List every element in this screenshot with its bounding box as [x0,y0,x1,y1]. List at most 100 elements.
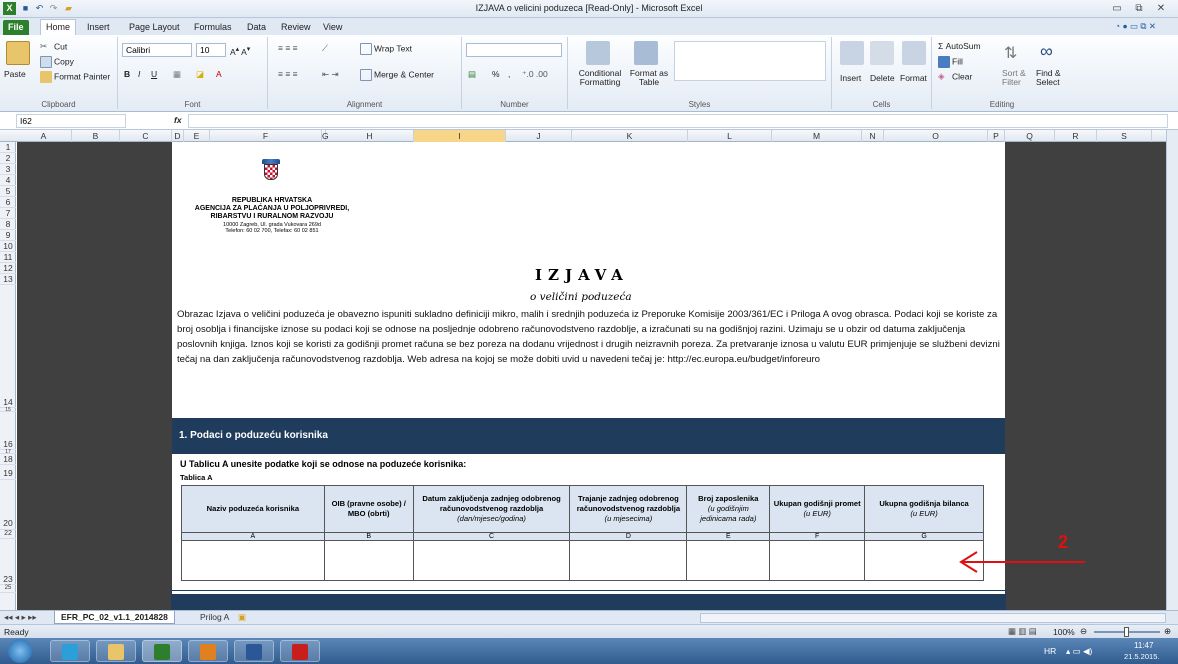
format-table-button[interactable]: Format as Table [628,69,670,87]
tab-review[interactable]: Review [276,20,316,35]
font-color-icon[interactable]: A [216,69,222,79]
orientation-icon[interactable]: ⟋ [322,43,328,54]
name-cell[interactable] [181,540,325,581]
start-icon[interactable] [8,639,32,663]
row-header[interactable]: 5 [0,186,16,197]
language-indicator[interactable]: HR [1044,646,1056,656]
sheet-nav-icons[interactable]: ◂◂ ◂ ▸ ▸▸ [4,612,37,623]
column-header[interactable]: N [862,130,884,142]
taskbar-word[interactable] [234,640,274,662]
formula-input[interactable] [188,114,1168,128]
turnover-cell[interactable] [769,540,866,581]
decimal-icon[interactable]: ⁺.0 .00 [522,69,548,80]
page-view-icons[interactable]: ▦ ▥ ▤ [1008,626,1037,637]
duration-cell[interactable] [569,540,688,581]
tab-data[interactable]: Data [242,20,271,35]
tab-view[interactable]: View [318,20,347,35]
name-box[interactable]: I62 [16,114,126,128]
column-header[interactable]: S [1097,130,1152,142]
column-header[interactable]: R [1055,130,1097,142]
cell-styles-gallery[interactable] [674,41,826,81]
insert-button[interactable]: Insert [840,73,861,83]
row-header[interactable]: 11 [0,252,16,263]
row-header[interactable]: 13 [0,274,16,285]
clear-button[interactable]: ◈ Clear [938,71,972,83]
indent-icon[interactable]: ⇤ ⇥ [322,69,339,80]
taskbar-explorer[interactable] [96,640,136,662]
fill-button[interactable]: Fill [938,56,963,68]
zoom-slider-thumb[interactable] [1124,627,1129,637]
format-cells-icon[interactable] [902,41,926,65]
row-header[interactable]: 4 [0,175,16,186]
grow-font-icon[interactable]: A▴ A▾ [230,44,250,57]
column-header[interactable]: J [506,130,572,142]
format-table-icon[interactable] [634,41,658,65]
number-format-select[interactable] [466,43,562,57]
column-header[interactable]: H [326,130,414,142]
tab-page-layout[interactable]: Page Layout [124,20,185,35]
font-size-select[interactable]: 10 [196,43,226,57]
conditional-formatting-icon[interactable] [586,41,610,65]
merge-center-button[interactable]: Merge & Center [360,69,434,81]
column-header[interactable]: M [772,130,862,142]
taskbar-ie[interactable] [50,640,90,662]
zoom-in-icon[interactable]: ⊕ [1164,626,1171,637]
column-header[interactable]: L [688,130,772,142]
column-header[interactable]: Q [1005,130,1055,142]
paste-icon[interactable] [6,41,30,65]
conditional-formatting-button[interactable]: Conditional Formatting [572,69,628,87]
row-header[interactable]: 12 [0,263,16,274]
row-header[interactable]: 19 [0,465,16,480]
close-icon[interactable]: ✕ [1152,2,1170,15]
column-header[interactable]: C [120,130,172,142]
taskbar-excel[interactable] [142,640,182,662]
find-select-button[interactable]: Find & Select [1036,69,1068,87]
copy-button[interactable]: Copy [40,56,74,68]
zoom-out-icon[interactable]: ⊖ [1080,626,1087,637]
employees-cell[interactable] [686,540,771,581]
sheet-tab-active[interactable]: EFR_PC_02_v1.1_2014828 [54,611,175,624]
column-header[interactable]: K [572,130,688,142]
row-header[interactable]: 22 [0,530,16,539]
autosum-button[interactable]: Σ AutoSum [938,41,981,51]
horizontal-scrollbar[interactable] [700,613,1166,623]
column-header[interactable]: B [72,130,120,142]
align-top-icon[interactable]: ≡ ≡ ≡ [278,43,298,53]
row-header[interactable]: 14 [0,285,16,408]
comma-icon[interactable]: , [508,69,510,79]
vertical-scrollbar[interactable] [1166,130,1178,610]
taskbar-acrobat[interactable] [280,640,320,662]
restore-icon[interactable]: ⧉ [1130,2,1148,15]
tab-insert[interactable]: Insert [82,20,115,35]
date-cell[interactable] [412,540,571,581]
row-header[interactable]: 10 [0,241,16,252]
font-name-select[interactable]: Calibri [122,43,192,57]
row-header[interactable]: 20 [0,480,16,530]
row-header[interactable]: 25 [0,585,16,593]
column-header[interactable]: O [884,130,988,142]
align-left-icon[interactable]: ≡ ≡ ≡ [278,69,298,79]
row-header[interactable]: 2 [0,153,16,164]
italic-button[interactable]: I [138,69,140,79]
row-header[interactable]: 7 [0,208,16,219]
wrap-text-button[interactable]: Wrap Text [360,43,412,55]
currency-icon[interactable]: ▤ [468,69,476,80]
oib-cell[interactable] [323,540,414,581]
row-header[interactable]: 23 [0,539,16,585]
column-header-selected[interactable]: I [414,130,506,142]
column-header[interactable]: F [210,130,322,142]
sort-filter-button[interactable]: Sort & Filter [1002,69,1032,87]
new-sheet-icon[interactable]: ▣ [238,612,246,623]
format-button[interactable]: Format [900,73,927,83]
delete-button[interactable]: Delete [870,73,895,83]
sheet-tab[interactable]: Prilog A [194,612,235,622]
paste-button[interactable]: Paste [4,69,26,79]
underline-button[interactable]: U [151,69,157,79]
delete-cells-icon[interactable] [870,41,894,65]
row-header[interactable]: 1 [0,142,16,153]
tab-file[interactable]: File [3,20,29,35]
column-header[interactable]: E [184,130,210,142]
bold-button[interactable]: B [124,69,130,79]
tab-home[interactable]: Home [40,19,77,35]
help-icon[interactable]: ◔ ● ▭ ⧉ ✕ [1115,21,1156,32]
